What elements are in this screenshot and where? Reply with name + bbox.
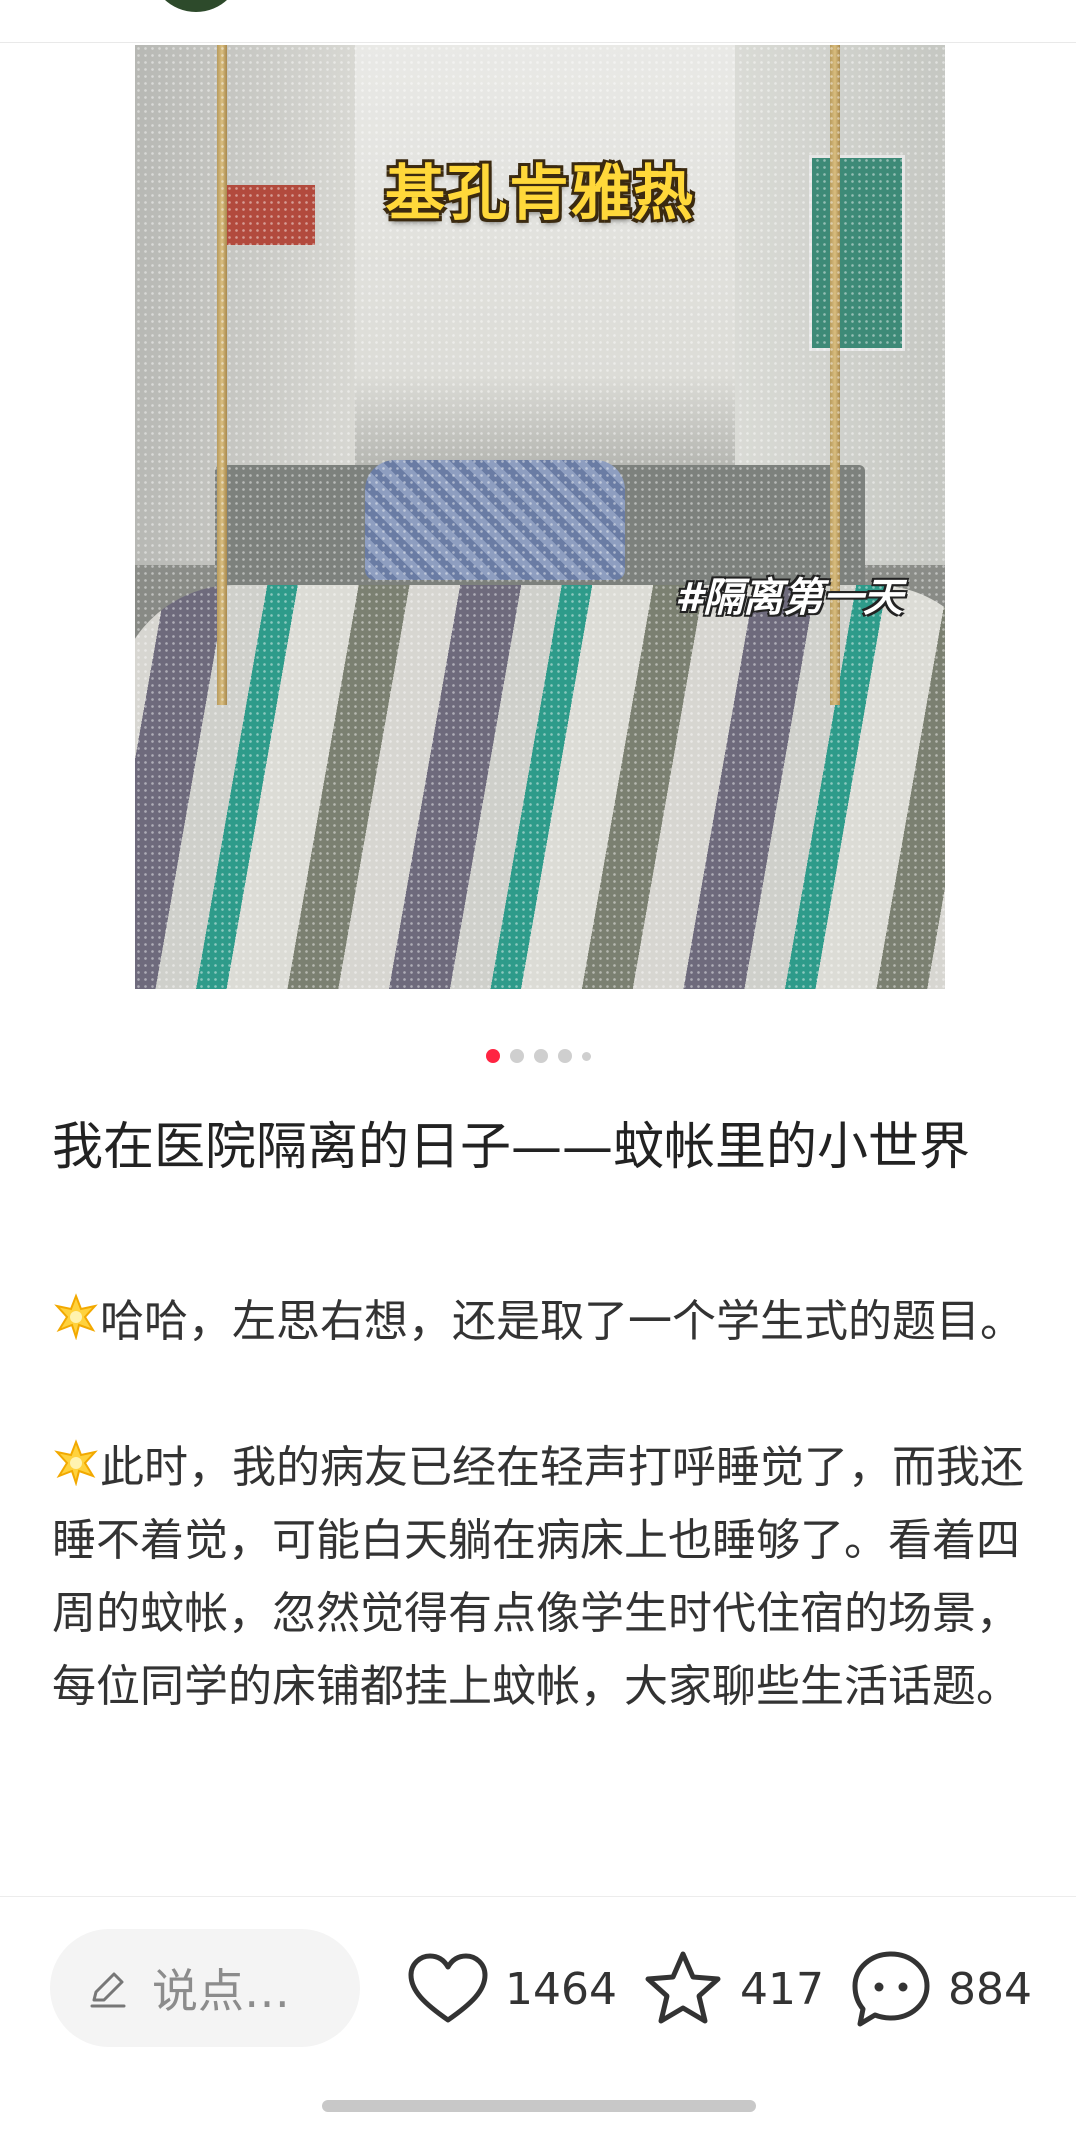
favorite-button[interactable]: 417: [640, 1949, 824, 2029]
post-paragraph-text: 此时，我的病友已经在轻声打呼睡觉了，而我还睡不着觉，可能白天躺在病床上也睡够了。…: [52, 1442, 1024, 1712]
post-paragraph-text: 哈哈，左思右想，还是取了一个学生式的题目。: [100, 1296, 1024, 1347]
pencil-icon: [90, 1972, 126, 2008]
post-title: 我在医院隔离的日子——蚊帐里的小世界: [52, 1118, 971, 1177]
like-count: 1464: [505, 1963, 617, 2015]
heart-outline-icon: [408, 1953, 488, 2023]
image-overlay-title: 基孔肯雅热: [385, 159, 695, 229]
comment-placeholder: 说点…: [152, 1964, 290, 2018]
post-image[interactable]: 基孔肯雅热 #隔离第一天: [135, 45, 945, 989]
like-button[interactable]: 1464: [405, 1949, 617, 2029]
post-paragraph: 哈哈，左思右想，还是取了一个学生式的题目。: [52, 1285, 1027, 1358]
star-outline-icon: [645, 1951, 721, 2024]
favorite-count: 417: [740, 1963, 824, 2015]
comment-count: 884: [948, 1963, 1032, 2015]
chat-bubble-icon: [852, 1951, 930, 2027]
post-body: 哈哈，左思右想，还是取了一个学生式的题目。 此时，我的病友已经在轻声打呼睡觉了，…: [52, 1285, 1027, 1723]
carousel-dot[interactable]: [509, 1049, 524, 1063]
comment-button[interactable]: 884: [848, 1949, 1032, 2029]
carousel-dot[interactable]: [557, 1049, 572, 1063]
post-paragraph: 此时，我的病友已经在轻声打呼睡觉了，而我还睡不着觉，可能白天躺在病床上也睡够了。…: [52, 1431, 1027, 1723]
bottom-action-bar: 说点… 1464 417 884: [0, 1897, 1076, 2097]
author-avatar[interactable]: [150, 0, 242, 12]
carousel-indicator: [0, 1048, 1076, 1064]
home-indicator[interactable]: [322, 2100, 756, 2112]
carousel-dot[interactable]: [581, 1051, 591, 1061]
sparkle-star-icon: [54, 1293, 98, 1340]
sparkle-star-icon: [54, 1439, 98, 1486]
image-overlay-hashtag: #隔离第一天: [675, 575, 903, 621]
carousel-dot[interactable]: [533, 1049, 548, 1063]
comment-input[interactable]: 说点…: [50, 1929, 360, 2047]
carousel-dot-active[interactable]: [485, 1049, 500, 1063]
top-navigation-bar: [0, 0, 1076, 43]
